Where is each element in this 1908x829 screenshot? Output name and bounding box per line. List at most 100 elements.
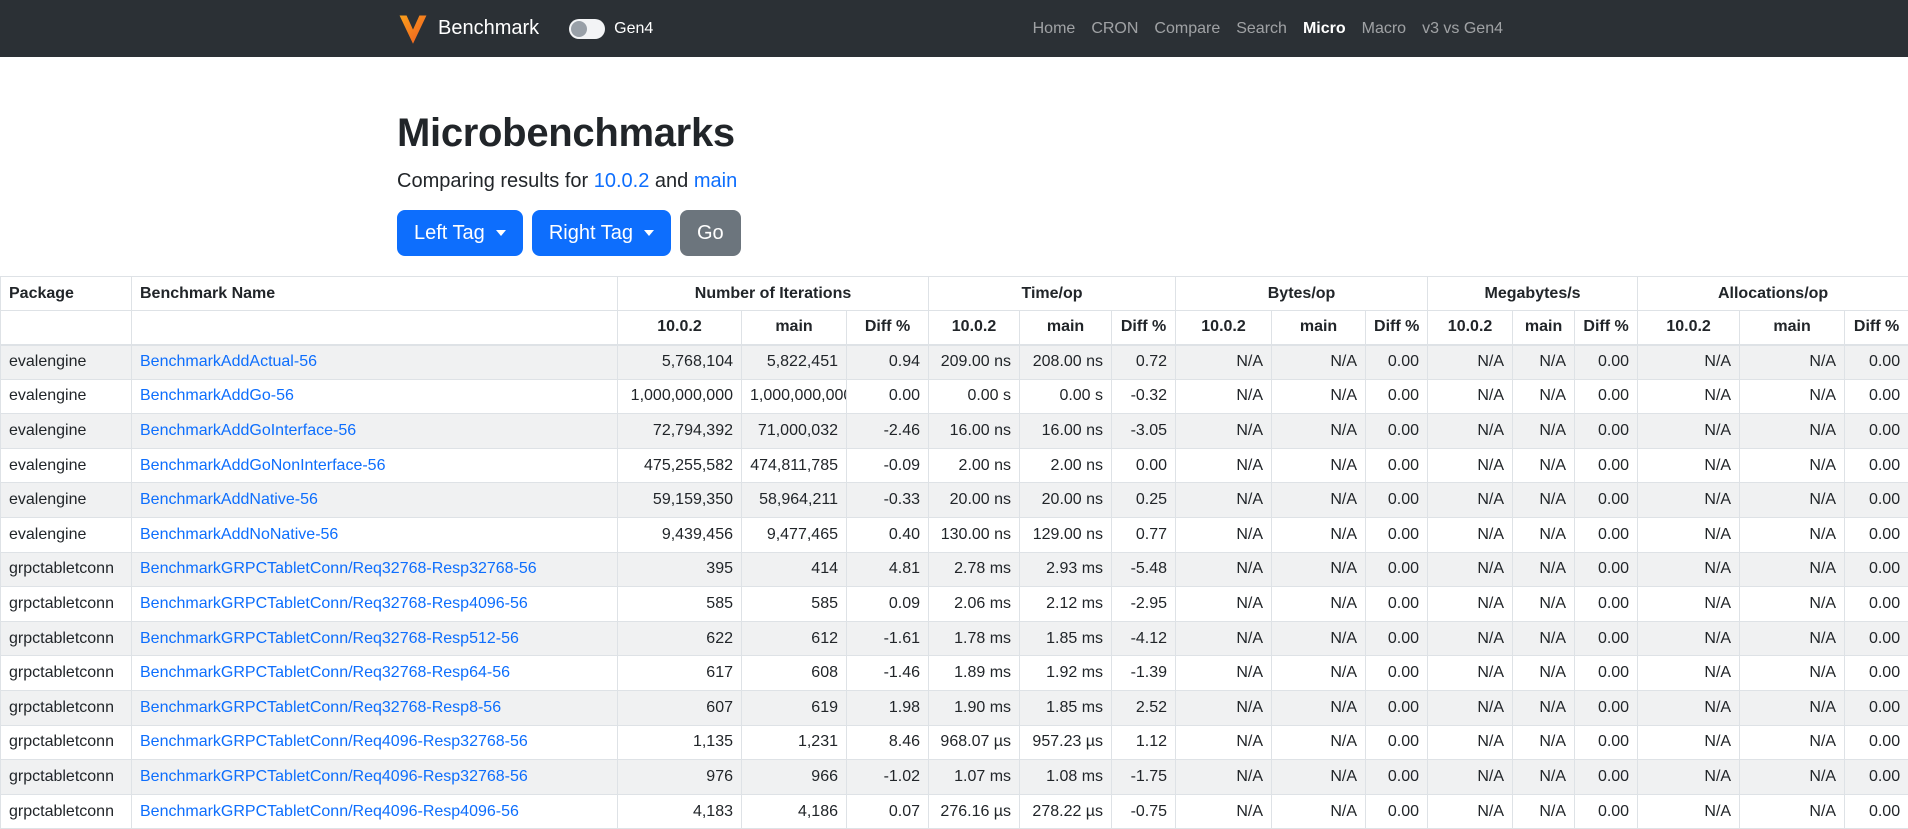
right-tag-dropdown[interactable]: Right Tag [532, 210, 671, 256]
value-cell: -0.09 [847, 448, 929, 483]
benchmark-link[interactable]: BenchmarkGRPCTabletConn/Req32768-Resp409… [140, 595, 528, 612]
value-cell: 1.07 ms [929, 760, 1020, 795]
benchmark-link[interactable]: BenchmarkGRPCTabletConn/Req32768-Resp8-5… [140, 699, 501, 716]
benchmark-link[interactable]: BenchmarkGRPCTabletConn/Req32768-Resp64-… [140, 664, 510, 681]
benchmark-link[interactable]: BenchmarkGRPCTabletConn/Req4096-Resp3276… [140, 733, 528, 750]
value-cell: N/A [1513, 587, 1575, 622]
value-cell: 0.00 [1366, 483, 1428, 518]
value-cell: 474,811,785 [742, 448, 847, 483]
toggle-knob [571, 21, 587, 37]
nav-link-v3-vs-gen4[interactable]: v3 vs Gen4 [1414, 12, 1511, 46]
benchmark-name-cell: BenchmarkGRPCTabletConn/Req4096-Resp4096… [132, 794, 618, 829]
value-cell: 4,183 [618, 794, 742, 829]
benchmark-link[interactable]: BenchmarkGRPCTabletConn/Req32768-Resp512… [140, 630, 519, 647]
value-cell: N/A [1176, 448, 1272, 483]
value-cell: 622 [618, 621, 742, 656]
left-ref-link[interactable]: 10.0.2 [594, 170, 650, 192]
benchmark-link[interactable]: BenchmarkAddNative-56 [140, 491, 318, 508]
nav-link-compare[interactable]: Compare [1146, 12, 1228, 46]
nav-link-search[interactable]: Search [1228, 12, 1295, 46]
value-cell: 0.00 [1366, 794, 1428, 829]
value-cell: 957.23 µs [1020, 725, 1112, 760]
value-cell: N/A [1272, 794, 1366, 829]
value-cell: 475,255,582 [618, 448, 742, 483]
nav-link-home[interactable]: Home [1025, 12, 1084, 46]
sub-header-bytes-op-diff: Diff % [1366, 311, 1428, 345]
value-cell: N/A [1638, 690, 1740, 725]
value-cell: 395 [618, 552, 742, 587]
benchmark-name-cell: BenchmarkGRPCTabletConn/Req4096-Resp3276… [132, 725, 618, 760]
value-cell: N/A [1740, 725, 1845, 760]
package-cell: evalengine [1, 345, 132, 380]
value-cell: 0.00 [1575, 621, 1638, 656]
value-cell: 16.00 ns [929, 414, 1020, 449]
benchmark-link[interactable]: BenchmarkGRPCTabletConn/Req4096-Resp4096… [140, 803, 519, 820]
value-cell: 0.00 [1845, 517, 1908, 552]
benchmark-link[interactable]: BenchmarkGRPCTabletConn/Req4096-Resp3276… [140, 768, 528, 785]
value-cell: 0.00 [1575, 379, 1638, 414]
value-cell: N/A [1176, 690, 1272, 725]
value-cell: -2.95 [1112, 587, 1176, 622]
value-cell: N/A [1638, 517, 1740, 552]
benchmark-link[interactable]: BenchmarkAddGoNonInterface-56 [140, 457, 385, 474]
value-cell: -0.75 [1112, 794, 1176, 829]
right-ref-link[interactable]: main [694, 170, 737, 192]
benchmark-name-cell: BenchmarkGRPCTabletConn/Req32768-Resp512… [132, 621, 618, 656]
group-header-allocations-op: Allocations/op [1638, 277, 1908, 311]
value-cell: 0.09 [847, 587, 929, 622]
go-button[interactable]: Go [680, 210, 741, 256]
value-cell: 0.00 [1575, 414, 1638, 449]
sub-header-number-of-iterations-diff: Diff % [847, 311, 929, 345]
table-row: grpctabletconn BenchmarkGRPCTabletConn/Re… [1, 690, 1908, 725]
value-cell: 0.00 [1845, 725, 1908, 760]
value-cell: N/A [1176, 483, 1272, 518]
value-cell: -3.05 [1112, 414, 1176, 449]
value-cell: N/A [1176, 552, 1272, 587]
value-cell: N/A [1513, 690, 1575, 725]
value-cell: 2.06 ms [929, 587, 1020, 622]
gen4-toggle[interactable] [569, 19, 605, 39]
value-cell: 976 [618, 760, 742, 795]
benchmark-link[interactable]: BenchmarkAddNoNative-56 [140, 526, 338, 543]
left-tag-dropdown[interactable]: Left Tag [397, 210, 523, 256]
package-cell: grpctabletconn [1, 690, 132, 725]
benchmark-link[interactable]: BenchmarkAddGo-56 [140, 387, 294, 404]
value-cell: 0.00 [1845, 621, 1908, 656]
value-cell: 0.00 [1575, 794, 1638, 829]
value-cell: 0.00 [1366, 379, 1428, 414]
value-cell: 0.00 [1366, 552, 1428, 587]
value-cell: 278.22 µs [1020, 794, 1112, 829]
benchmark-name-cell: BenchmarkGRPCTabletConn/Req32768-Resp64-… [132, 656, 618, 691]
empty-header-cell [132, 311, 618, 345]
value-cell: 0.00 [1112, 448, 1176, 483]
benchmark-link[interactable]: BenchmarkAddActual-56 [140, 353, 317, 370]
value-cell: -1.75 [1112, 760, 1176, 795]
column-header-benchmark-name: Benchmark Name [132, 277, 618, 311]
brand[interactable]: Benchmark [397, 13, 539, 45]
nav-link-macro[interactable]: Macro [1354, 12, 1414, 46]
benchmark-name-cell: BenchmarkAddActual-56 [132, 345, 618, 380]
value-cell: N/A [1513, 345, 1575, 380]
nav-link-micro[interactable]: Micro [1295, 12, 1354, 46]
value-cell: 0.00 [1575, 448, 1638, 483]
value-cell: 1,231 [742, 725, 847, 760]
sub-header-megabytes-s-10-0-2: 10.0.2 [1428, 311, 1513, 345]
value-cell: 0.00 [1366, 725, 1428, 760]
table-row: grpctabletconnBenchmarkGRPCTabletConn/Re… [1, 656, 1908, 691]
value-cell: N/A [1428, 379, 1513, 414]
value-cell: N/A [1176, 414, 1272, 449]
sub-header-allocations-op-diff: Diff % [1845, 311, 1908, 345]
value-cell: N/A [1428, 448, 1513, 483]
value-cell: 0.00 [1575, 483, 1638, 518]
value-cell: 2.00 ns [1020, 448, 1112, 483]
nav-link-cron[interactable]: CRON [1083, 12, 1146, 46]
benchmark-link[interactable]: BenchmarkGRPCTabletConn/Req32768-Resp327… [140, 560, 537, 577]
value-cell: 2.00 ns [929, 448, 1020, 483]
value-cell: 1.12 [1112, 725, 1176, 760]
benchmark-link[interactable]: BenchmarkAddGoInterface-56 [140, 422, 356, 439]
value-cell: 0.00 [1845, 483, 1908, 518]
value-cell: N/A [1428, 656, 1513, 691]
gen4-toggle-label: Gen4 [614, 20, 653, 38]
table-row: evalengineBenchmarkAddActual-565,768,104… [1, 345, 1908, 380]
value-cell: N/A [1638, 725, 1740, 760]
